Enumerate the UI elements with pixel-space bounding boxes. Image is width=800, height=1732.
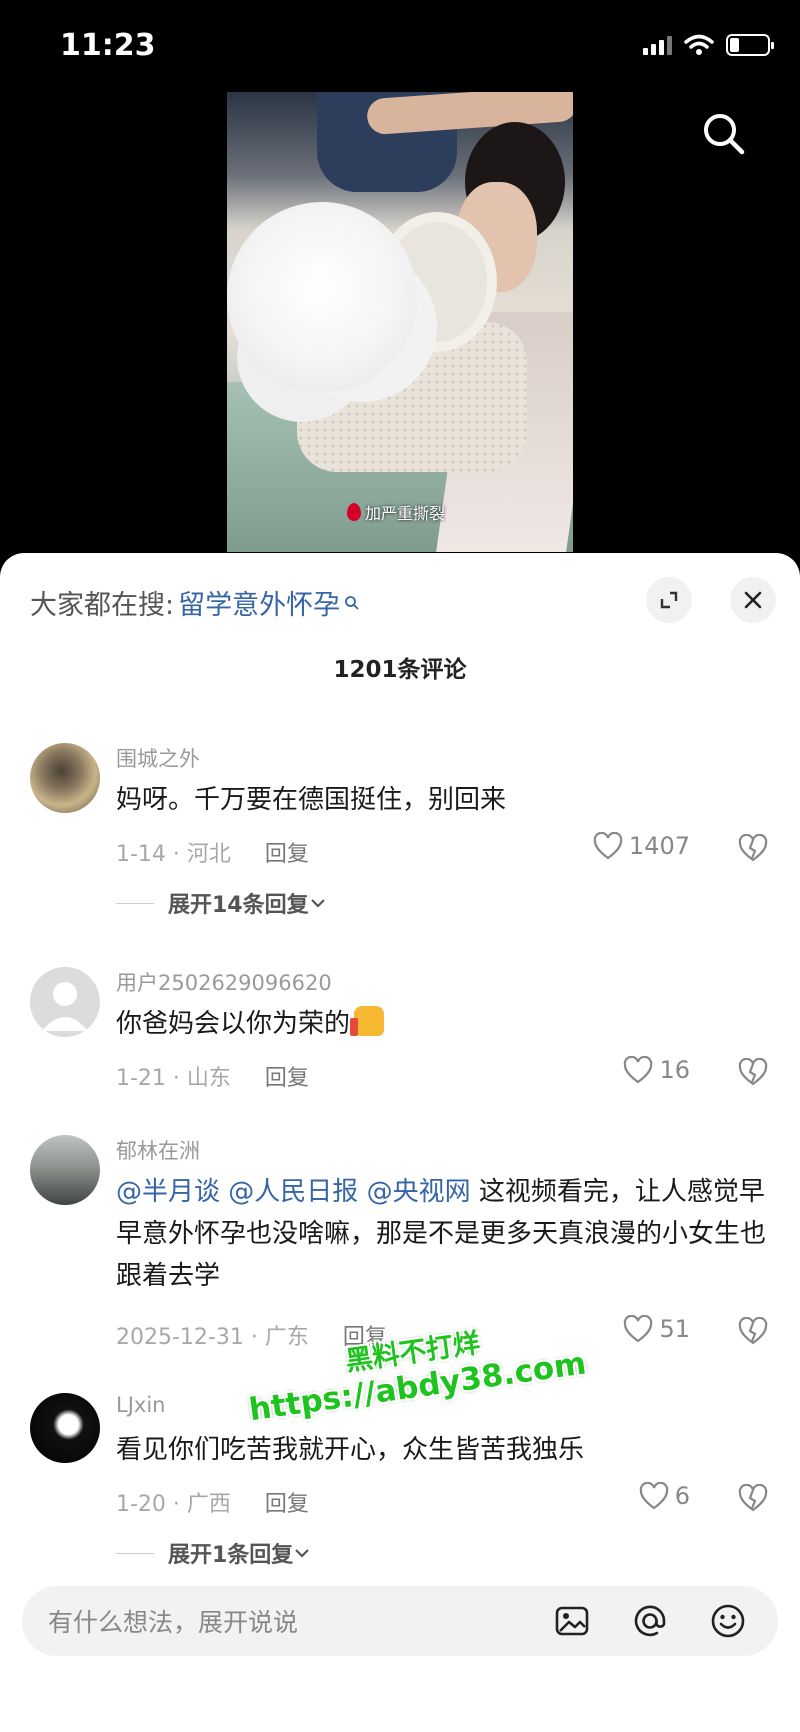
signal-icon (643, 35, 672, 55)
video-player[interactable]: 加严重撕裂 (227, 92, 573, 552)
heart-icon (593, 832, 623, 860)
close-button[interactable] (730, 577, 776, 623)
trending-search[interactable]: 大家都在搜: 留学意外怀孕 (30, 583, 360, 622)
expand-replies-button[interactable]: 展开1条回复 (116, 1537, 311, 1569)
avatar[interactable] (30, 1393, 100, 1463)
comment-meta: 1-20 · 广西 回复 (116, 1486, 309, 1518)
status-icons (643, 34, 774, 56)
heart-icon (624, 1056, 653, 1084)
expand-replies-button[interactable]: 展开14条回复 (116, 887, 327, 919)
reply-button[interactable]: 回复 (265, 1486, 309, 1518)
comment-text: 看见你们吃苦我就开心，众生皆苦我独乐 (116, 1435, 585, 1465)
expand-replies-label: 展开14条回复 (168, 893, 309, 918)
like-button[interactable]: 16 (623, 1056, 690, 1084)
comments-panel: 大家都在搜: 留学意外怀孕 1201条评论 围城之外 妈呀。千万要在德国挺住，别… (0, 553, 800, 1732)
avatar[interactable] (30, 743, 100, 813)
video-caption-text: 加严重撕裂 (365, 504, 446, 523)
like-count: 16 (659, 1056, 690, 1084)
emoji-icon[interactable] (710, 1603, 746, 1639)
comment-date-location: 1-21 · 山东 (116, 1066, 231, 1091)
divider (116, 902, 154, 904)
expand-panel-button[interactable] (646, 577, 692, 623)
comment-date-location: 2025-12-31 · 广东 (116, 1325, 309, 1350)
mention-link[interactable]: @人民日报 (228, 1177, 358, 1207)
video-blur-sticker (227, 202, 417, 392)
like-count: 51 (659, 1315, 690, 1343)
comment-meta: 1-21 · 山东 回复 (116, 1060, 309, 1092)
heart-icon (624, 1315, 653, 1343)
like-button[interactable]: 51 (623, 1315, 690, 1343)
reply-button[interactable]: 回复 (265, 1060, 309, 1092)
reply-button[interactable]: 回复 (265, 836, 309, 868)
trending-search-prefix: 大家都在搜: (30, 590, 175, 621)
comment-text-body: 你爸妈会以你为荣的 (116, 1009, 351, 1039)
mention-link[interactable]: @央视网 (367, 1177, 471, 1207)
at-icon[interactable] (632, 1603, 668, 1639)
close-icon (744, 591, 762, 609)
avatar[interactable] (30, 967, 100, 1037)
heart-icon (639, 1482, 668, 1510)
comment-username[interactable]: 围城之外 (116, 743, 200, 773)
comment-text: 妈呀。千万要在德国挺住，别回来 (116, 785, 507, 815)
broken-heart-icon[interactable] (738, 834, 768, 862)
search-icon[interactable] (700, 110, 748, 158)
expand-replies-label: 展开1条回复 (168, 1543, 294, 1568)
broken-heart-icon[interactable] (738, 1484, 768, 1512)
divider (116, 1552, 154, 1554)
expand-icon (660, 591, 678, 609)
trending-search-keyword[interactable]: 留学意外怀孕 (178, 583, 340, 622)
broken-heart-icon[interactable] (738, 1317, 768, 1345)
thumbs-up-emoji-icon (350, 1006, 385, 1036)
comment-text: 你爸妈会以你为荣的 (116, 1003, 776, 1045)
search-icon (345, 595, 359, 610)
comment-username[interactable]: 用户2502629096620 (116, 967, 332, 997)
video-caption: 加严重撕裂 (347, 500, 445, 524)
battery-icon (726, 34, 774, 56)
like-count: 6 (674, 1482, 690, 1510)
comment-count: 1201条评论 (333, 657, 467, 683)
avatar[interactable] (30, 1135, 100, 1205)
comment-date-location: 1-14 · 河北 (116, 842, 231, 867)
blood-drop-icon (347, 503, 361, 521)
image-icon[interactable] (554, 1603, 590, 1639)
comment-date-location: 1-20 · 广西 (116, 1492, 231, 1517)
comment-text: @半月谈 @人民日报 @央视网 这视频看完，让人感觉早早意外怀孕也没啥嘛，那是不… (116, 1171, 776, 1297)
chevron-down-icon (310, 899, 325, 908)
comment-username[interactable]: LJxin (116, 1393, 165, 1417)
comment-username[interactable]: 郁林在洲 (116, 1135, 200, 1165)
like-button[interactable]: 6 (639, 1482, 690, 1510)
wifi-icon (684, 34, 714, 55)
comment-input[interactable] (46, 1586, 520, 1658)
like-count: 1407 (628, 832, 690, 860)
comment-input-bar (22, 1586, 778, 1658)
like-button[interactable]: 1407 (593, 832, 690, 860)
video-figure (366, 92, 573, 136)
default-avatar-icon (42, 982, 88, 1031)
chevron-down-icon (295, 1549, 310, 1558)
battery-fill (730, 38, 739, 52)
comment-meta: 1-14 · 河北 回复 (116, 836, 309, 868)
mention-link[interactable]: @半月谈 (116, 1177, 220, 1207)
status-time: 11:23 (60, 28, 156, 63)
broken-heart-icon[interactable] (738, 1058, 768, 1086)
